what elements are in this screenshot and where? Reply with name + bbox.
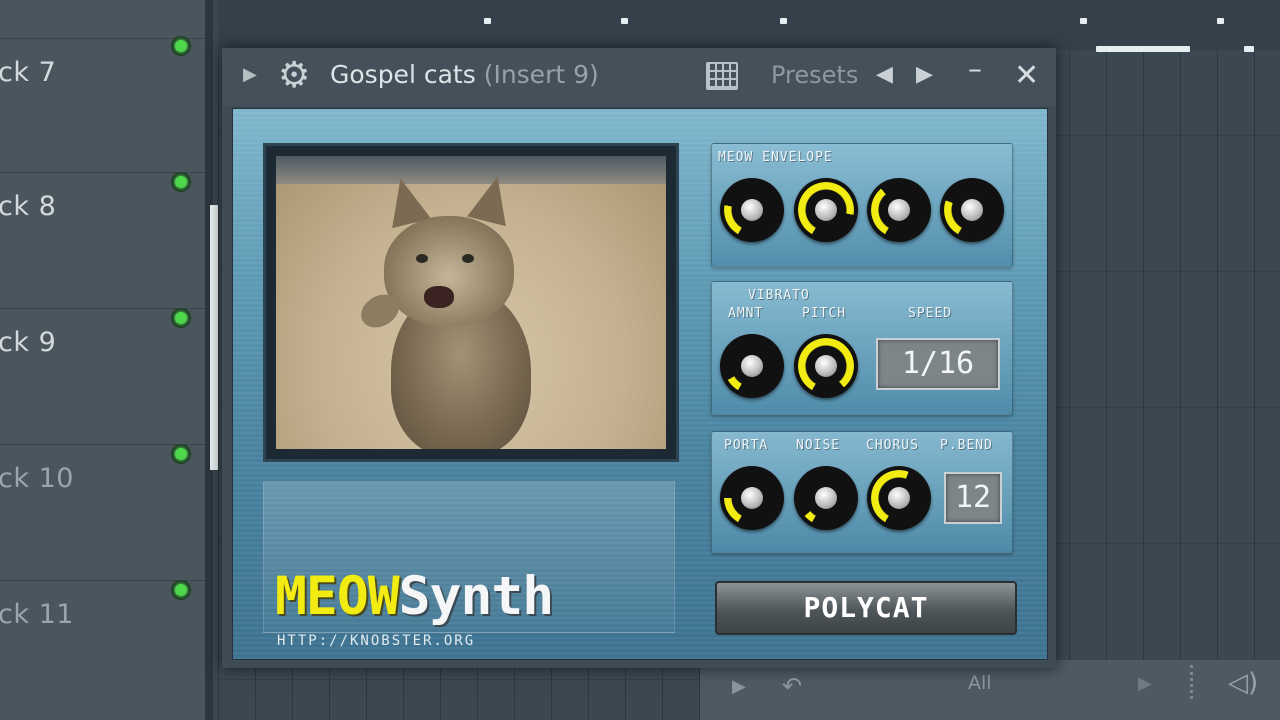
track-header[interactable]: ck 9 xyxy=(0,308,205,443)
filter-arrow-icon[interactable]: ▶ xyxy=(1138,673,1152,694)
envelope-knob-1[interactable] xyxy=(720,178,784,242)
track-header[interactable]: ck 8 xyxy=(0,172,205,307)
background-wall xyxy=(276,156,666,184)
speed-label: SPEED xyxy=(908,306,953,321)
pitch-bend-display[interactable]: 12 xyxy=(944,472,1002,524)
envelope-knob-2[interactable] xyxy=(794,178,858,242)
track-enable-led[interactable] xyxy=(171,444,191,464)
porta-knob[interactable] xyxy=(720,466,784,530)
chorus-label: CHORUS xyxy=(866,438,919,453)
cat-image xyxy=(276,156,666,449)
pitch-label: PITCH xyxy=(802,306,847,321)
expand-arrow-icon[interactable]: ▶ xyxy=(243,64,257,85)
note-block[interactable] xyxy=(621,18,628,24)
track-header[interactable]: ck 10 xyxy=(0,444,205,579)
vibrato-label: VIBRATO xyxy=(748,288,810,303)
note-block[interactable] xyxy=(780,18,787,24)
track-label: ck 10 xyxy=(0,463,74,494)
synth-logo: MEOWSynth xyxy=(275,566,555,627)
website-url[interactable]: HTTP://KNOBSTER.ORG xyxy=(277,633,475,649)
track-enable-led[interactable] xyxy=(171,580,191,600)
noise-knob[interactable] xyxy=(794,466,858,530)
cat-eye xyxy=(416,254,428,263)
cat-head xyxy=(384,216,514,326)
prev-preset-icon[interactable]: ◀ xyxy=(876,62,893,87)
envelope-label: MEOW ENVELOPE xyxy=(718,150,833,165)
speaker-icon[interactable]: ◁) xyxy=(1228,668,1258,698)
cat-eye xyxy=(462,254,474,263)
logo-synth: Synth xyxy=(398,566,555,627)
synth-face: MEOWSynth HTTP://KNOBSTER.ORG MEOW ENVEL… xyxy=(232,108,1048,660)
note-block[interactable] xyxy=(1217,18,1224,24)
note-block[interactable] xyxy=(484,18,491,24)
plugin-title: Gospel cats (Insert 9) xyxy=(330,60,599,89)
pbend-label: P.BEND xyxy=(940,438,993,453)
logo-meow: MEOW xyxy=(275,566,400,627)
track-list-scrollbar[interactable] xyxy=(210,205,218,470)
note-block[interactable] xyxy=(1096,46,1190,52)
insert-label: (Insert 9) xyxy=(483,60,599,89)
undo-icon[interactable]: ↶ xyxy=(782,672,802,700)
track-label: ck 11 xyxy=(0,599,74,630)
envelope-knob-4[interactable] xyxy=(940,178,1004,242)
next-preset-icon[interactable]: ▶ xyxy=(916,62,933,87)
filter-selector[interactable]: All xyxy=(968,672,992,694)
track-enable-led[interactable] xyxy=(171,36,191,56)
note-block[interactable] xyxy=(1244,46,1254,52)
porta-label: PORTA xyxy=(724,438,769,453)
track-label: ck 9 xyxy=(0,327,57,358)
plugin-window: ▶ ⚙ Gospel cats (Insert 9) Presets ◀ ▶ –… xyxy=(222,48,1056,668)
vibrato-amount-knob[interactable] xyxy=(720,334,784,398)
vibrato-panel: VIBRATO AMNT PITCH SPEED 1/16 xyxy=(711,281,1013,415)
polycat-button[interactable]: POLYCAT xyxy=(715,581,1017,635)
keyboard-icon[interactable] xyxy=(706,62,738,90)
plugin-titlebar[interactable]: ▶ ⚙ Gospel cats (Insert 9) Presets ◀ ▶ –… xyxy=(222,48,1056,106)
vibrato-pitch-knob[interactable] xyxy=(794,334,858,398)
track-header[interactable]: ck 7 xyxy=(0,38,205,173)
envelope-panel: MEOW ENVELOPE xyxy=(711,143,1013,267)
track-enable-led[interactable] xyxy=(171,308,191,328)
plugin-name: Gospel cats xyxy=(330,60,476,89)
grip-icon[interactable] xyxy=(1190,665,1197,699)
track-header[interactable]: ck 11 xyxy=(0,580,205,715)
track-label: ck 8 xyxy=(0,191,57,222)
misc-panel: PORTA NOISE CHORUS P.BEND 12 xyxy=(711,431,1013,553)
note-block[interactable] xyxy=(1080,18,1087,24)
minimize-icon[interactable]: – xyxy=(968,52,982,85)
amnt-label: AMNT xyxy=(728,306,764,321)
pattern-strip xyxy=(218,0,1280,50)
presets-button[interactable]: Presets xyxy=(771,61,858,89)
track-list: ck 7 ck 8 ck 9 ck 10 ck 11 xyxy=(0,0,205,720)
envelope-knob-3[interactable] xyxy=(867,178,931,242)
vibrato-speed-display[interactable]: 1/16 xyxy=(876,338,1000,390)
play-arrow-icon[interactable]: ▶ xyxy=(732,676,746,697)
noise-label: NOISE xyxy=(796,438,841,453)
chorus-knob[interactable] xyxy=(867,466,931,530)
close-icon[interactable]: ✕ xyxy=(1014,58,1039,93)
cat-image-frame xyxy=(263,143,679,462)
track-enable-led[interactable] xyxy=(171,172,191,192)
cat-mouth xyxy=(424,286,454,308)
track-label: ck 7 xyxy=(0,57,57,88)
gear-icon[interactable]: ⚙ xyxy=(278,56,310,96)
